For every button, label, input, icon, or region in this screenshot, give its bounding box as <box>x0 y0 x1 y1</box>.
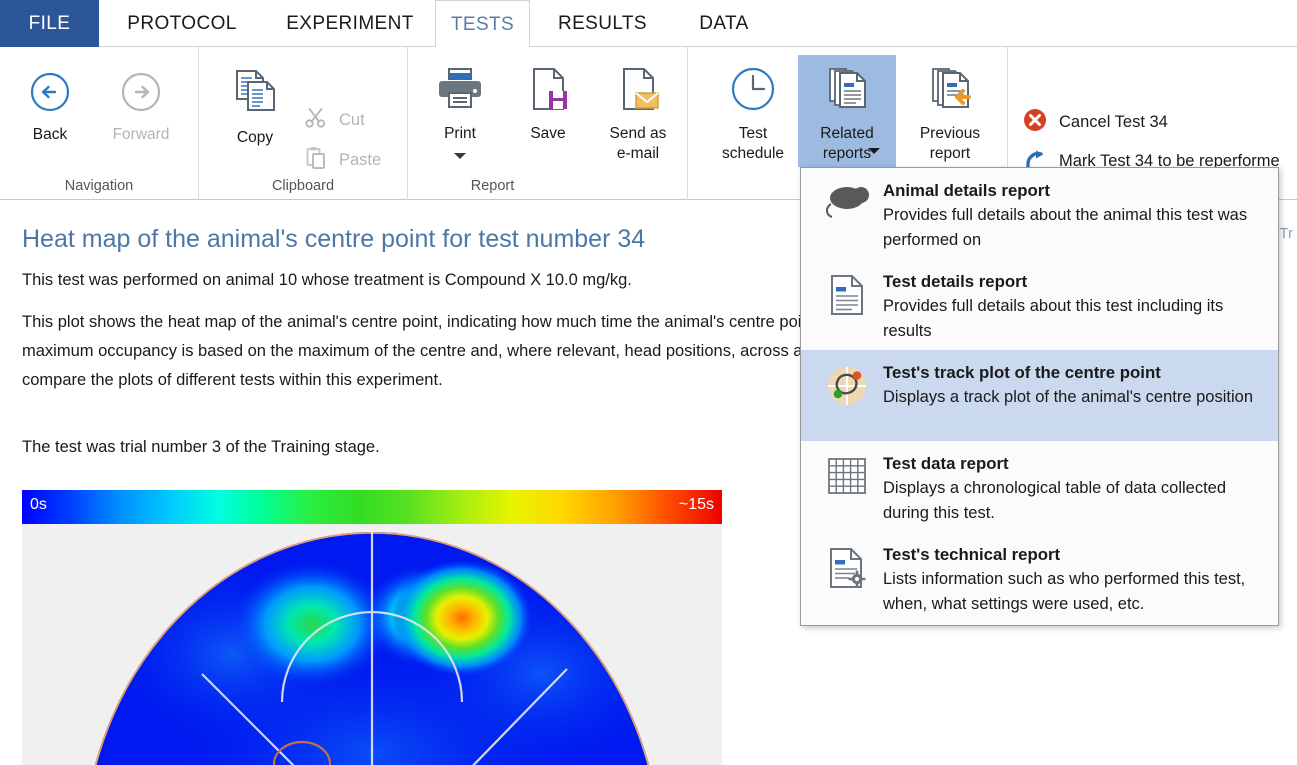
back-button[interactable]: Back <box>14 70 86 145</box>
copy-button[interactable]: Copy <box>215 65 295 148</box>
forward-button[interactable]: Forward <box>100 70 182 145</box>
cancel-test-label: Cancel Test 34 <box>1059 113 1168 131</box>
send-as-email-label-2: e-mail <box>616 145 660 162</box>
menu-item-technical-report[interactable]: Test's technical report Lists informatio… <box>801 532 1278 623</box>
tab-results[interactable]: RESULTS <box>530 0 675 47</box>
save-label: Save <box>530 125 566 142</box>
send-as-email-button[interactable]: Send as e-mail <box>590 65 686 164</box>
menu-item-title: Test details report <box>883 272 1028 291</box>
heatmap-image <box>22 524 722 765</box>
ribbon-group-navigation-label: Navigation <box>64 178 134 194</box>
report-paragraph-3: The test was trial number 3 of the Train… <box>22 438 380 456</box>
ribbon-tab-bar: FILE PROTOCOL EXPERIMENT TESTS RESULTS D… <box>0 0 1297 48</box>
related-reports-icon <box>822 65 872 118</box>
colorbar-max-label: ~15s <box>678 496 714 513</box>
menu-item-track-plot-report[interactable]: Test's track plot of the centre point Di… <box>801 350 1278 441</box>
ribbon-group-report-label: Report <box>470 178 515 194</box>
menu-item-text: Test's technical report Lists informatio… <box>875 544 1264 617</box>
clipboard-icon <box>305 146 327 175</box>
menu-item-description: Provides full details about the animal t… <box>883 206 1248 249</box>
heatmap-plot: 0s ~15s <box>22 490 722 765</box>
cut-button[interactable]: Cut <box>305 107 365 134</box>
back-arrow-icon <box>28 70 72 119</box>
cancel-test-button[interactable]: Cancel Test 34 <box>1023 108 1168 137</box>
tab-experiment[interactable]: EXPERIMENT <box>265 0 435 47</box>
tab-protocol[interactable]: PROTOCOL <box>99 0 265 47</box>
menu-item-description: Lists information such as who performed … <box>883 570 1246 613</box>
send-as-email-label-1: Send as <box>609 125 667 142</box>
chevron-down-icon[interactable] <box>452 148 468 166</box>
forward-label: Forward <box>112 126 170 143</box>
test-schedule-label-2: schedule <box>721 145 785 162</box>
copy-icon <box>229 65 281 122</box>
document-gear-icon <box>819 544 875 590</box>
tab-tests-label: TESTS <box>450 13 515 35</box>
related-reports-label-1: Related <box>820 125 874 142</box>
menu-item-text: Test details report Provides full detail… <box>875 271 1264 344</box>
ribbon-group-navigation: Back Forward Navigation <box>0 47 199 200</box>
related-reports-label-2: reports <box>822 145 872 162</box>
previous-report-label-1: Previous <box>919 125 981 142</box>
print-button[interactable]: Print <box>420 65 500 166</box>
test-schedule-label-1: Test <box>738 125 768 142</box>
colorbar-min-label: 0s <box>30 496 47 513</box>
cut-label: Cut <box>339 111 365 129</box>
menu-item-title: Test data report <box>883 454 1009 473</box>
tab-data-label: DATA <box>699 12 749 34</box>
previous-report-button[interactable]: Previous report <box>900 65 1000 164</box>
related-reports-dropdown-chevron-icon[interactable] <box>866 143 882 161</box>
ribbon-group-clipboard: Copy Cut Paste Clipboard <box>199 47 408 200</box>
copy-label: Copy <box>236 129 274 146</box>
scissors-icon <box>305 107 327 134</box>
cancel-icon <box>1023 108 1047 137</box>
menu-item-test-data-report[interactable]: Test data report Displays a chronologica… <box>801 441 1278 532</box>
tab-protocol-label: PROTOCOL <box>127 12 237 34</box>
tab-tests[interactable]: TESTS <box>435 0 530 48</box>
heatmap-colorbar: 0s ~15s <box>22 490 722 524</box>
menu-item-title: Test's track plot of the centre point <box>883 363 1161 382</box>
email-document-icon <box>612 65 664 118</box>
menu-item-animal-details-report[interactable]: Animal details report Provides full deta… <box>801 168 1278 259</box>
track-plot-icon <box>819 362 875 408</box>
print-label: Print <box>444 125 476 142</box>
tab-experiment-label: EXPERIMENT <box>286 12 414 34</box>
menu-item-text: Animal details report Provides full deta… <box>875 180 1264 253</box>
menu-item-text: Test data report Displays a chronologica… <box>875 453 1264 526</box>
back-label: Back <box>32 126 68 143</box>
document-icon <box>819 271 875 317</box>
related-reports-menu[interactable]: Animal details report Provides full deta… <box>800 167 1279 626</box>
menu-item-description: Provides full details about this test in… <box>883 297 1224 340</box>
previous-report-label-2: report <box>929 145 971 162</box>
previous-report-icon <box>925 65 975 118</box>
tab-file[interactable]: FILE <box>0 0 99 47</box>
tab-file-label: FILE <box>28 12 71 34</box>
report-paragraph-1: This test was performed on animal 10 who… <box>22 271 632 289</box>
menu-item-test-details-report[interactable]: Test details report Provides full detail… <box>801 259 1278 350</box>
clock-icon <box>728 65 778 118</box>
ribbon-group-report: Print Save Send as e-mail Report <box>408 47 688 200</box>
tab-data[interactable]: DATA <box>675 0 773 47</box>
mouse-icon <box>819 180 875 226</box>
menu-item-description: Displays a chronological table of data c… <box>883 479 1227 522</box>
menu-item-title: Test's technical report <box>883 545 1061 564</box>
menu-item-title: Animal details report <box>883 181 1050 200</box>
save-document-icon <box>522 65 574 118</box>
ribbon-group-clipboard-label: Clipboard <box>271 178 335 194</box>
menu-item-description: Displays a track plot of the animal's ce… <box>883 388 1253 406</box>
test-schedule-button[interactable]: Test schedule <box>706 65 800 164</box>
tab-results-label: RESULTS <box>557 12 648 34</box>
forward-arrow-icon <box>119 70 163 119</box>
paste-label: Paste <box>339 151 382 169</box>
page-title: Heat map of the animal's centre point fo… <box>22 225 646 253</box>
save-button[interactable]: Save <box>508 65 588 144</box>
printer-icon <box>434 65 486 118</box>
paste-button[interactable]: Paste <box>305 146 381 175</box>
menu-item-text: Test's track plot of the centre point Di… <box>875 362 1264 410</box>
table-grid-icon <box>819 453 875 499</box>
